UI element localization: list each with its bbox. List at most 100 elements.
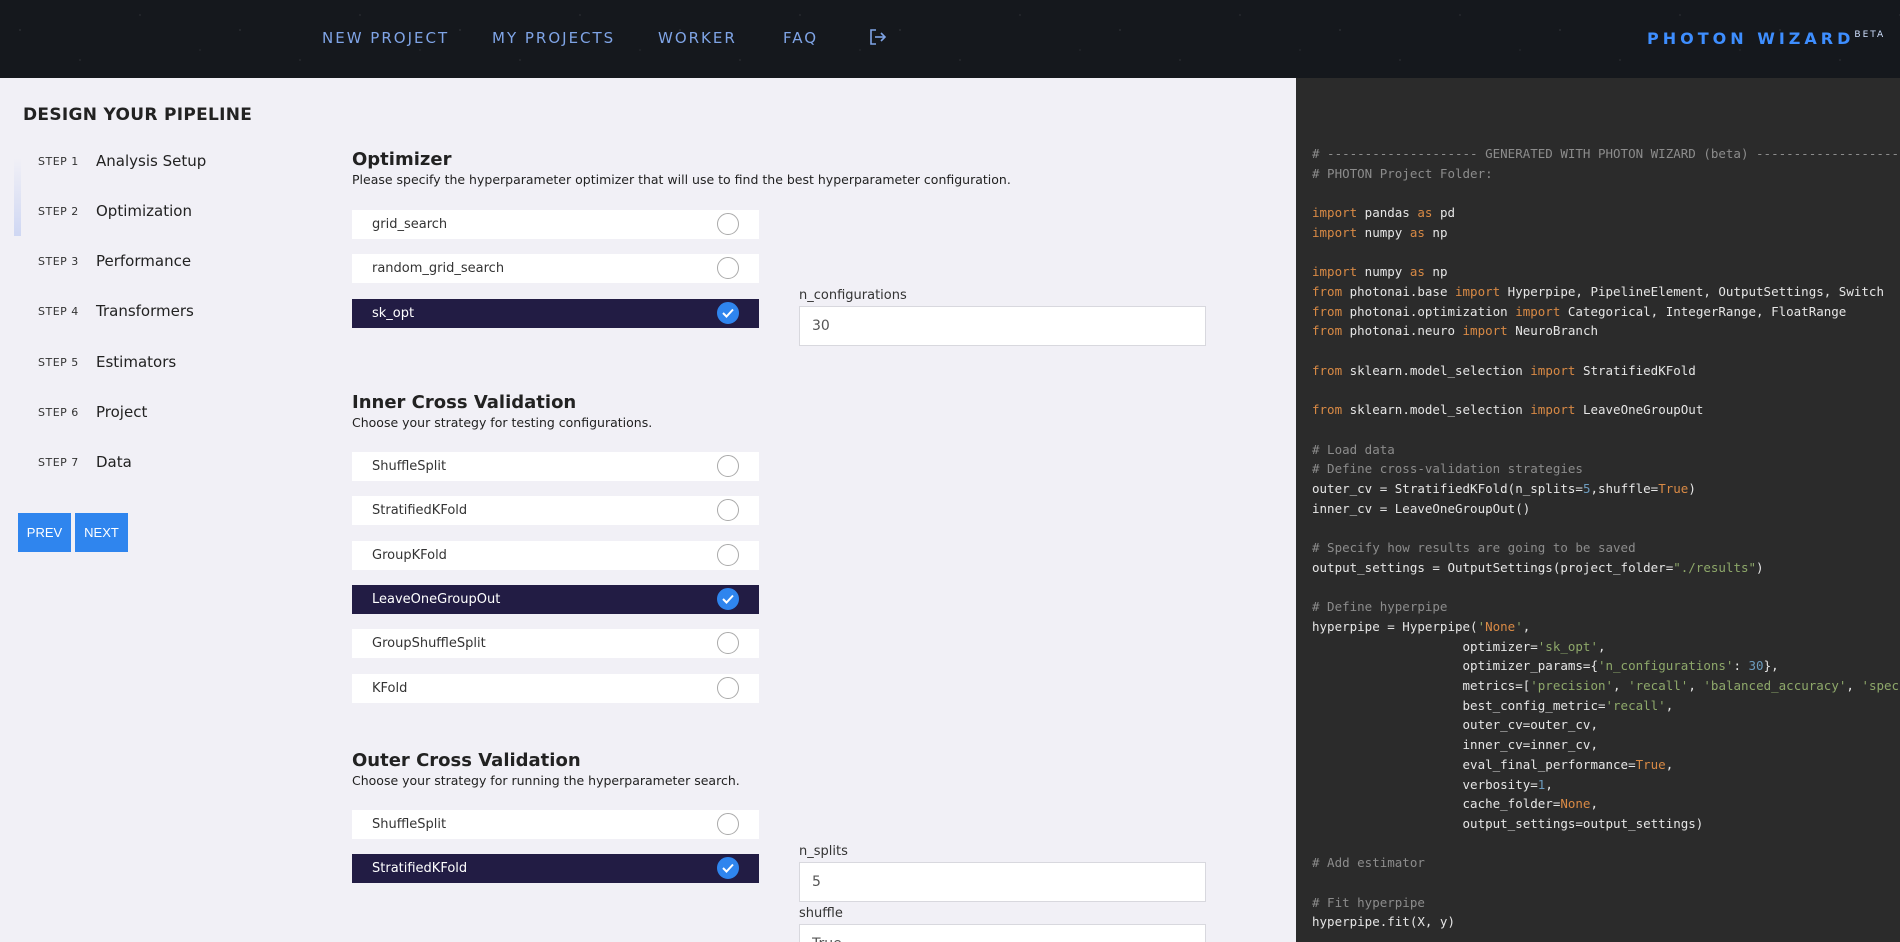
code-line: hyperpipe.fit(X, y)	[1312, 914, 1455, 930]
option-label: GroupKFold	[372, 548, 447, 563]
code-line: optimizer='sk_opt',	[1312, 638, 1606, 654]
shuffle-label: shuffle	[799, 906, 843, 921]
nav-faq[interactable]: FAQ	[783, 29, 818, 47]
code-line: inner_cv=inner_cv,	[1312, 737, 1598, 753]
code-line: from sklearn.model_selection import Leav…	[1312, 402, 1704, 418]
inner-cv-option-shufflesplit[interactable]: ShuffleSplit	[352, 452, 759, 481]
optimizer-option-sk-opt[interactable]: sk_opt	[352, 299, 759, 328]
outer-cv-description: Choose your strategy for running the hyp…	[352, 773, 740, 788]
radio-icon[interactable]	[717, 813, 739, 835]
step-number: STEP 4	[38, 304, 79, 318]
outer-cv-option-stratifiedkfold[interactable]: StratifiedKFold	[352, 854, 759, 883]
next-button[interactable]: NEXT	[75, 513, 128, 552]
nav-my-projects[interactable]: MY PROJECTS	[492, 29, 615, 47]
inner-cv-option-groupkfold[interactable]: GroupKFold	[352, 541, 759, 570]
code-line: output_settings=output_settings)	[1312, 815, 1704, 831]
page-title: DESIGN YOUR PIPELINE	[23, 105, 253, 125]
radio-icon[interactable]	[717, 544, 739, 566]
option-label: sk_opt	[372, 306, 415, 321]
step-project[interactable]: STEP 6 Project	[38, 403, 147, 421]
option-label: LeaveOneGroupOut	[372, 592, 501, 607]
generated-code-panel: # -------------------- GENERATED WITH PH…	[1296, 78, 1900, 942]
code-line: metrics=['precision', 'recall', 'balance…	[1312, 677, 1900, 693]
step-label: Project	[96, 403, 148, 421]
code-line: # Define cross-validation strategies	[1312, 461, 1583, 477]
step-label: Performance	[96, 252, 192, 270]
step-label: Transformers	[96, 302, 194, 320]
outer-cv-option-shufflesplit[interactable]: ShuffleSplit	[352, 810, 759, 839]
radio-icon[interactable]	[717, 455, 739, 477]
inner-cv-option-kfold[interactable]: KFold	[352, 674, 759, 703]
step-label: Optimization	[96, 202, 192, 220]
code-line: from photonai.optimization import Catego…	[1312, 303, 1847, 319]
inner-cv-option-stratifiedkfold[interactable]: StratifiedKFold	[352, 496, 759, 525]
code-line: eval_final_performance=True,	[1312, 756, 1674, 772]
n-configurations-label: n_configurations	[799, 288, 907, 303]
nav-worker[interactable]: WORKER	[658, 29, 737, 47]
code-line: output_settings = OutputSettings(project…	[1312, 559, 1764, 575]
code-line: inner_cv = LeaveOneGroupOut()	[1312, 500, 1531, 516]
code-line: # Define hyperpipe	[1312, 599, 1448, 615]
step-number: STEP 1	[38, 154, 79, 168]
prev-button[interactable]: PREV	[18, 513, 71, 552]
code-line: import numpy as np	[1312, 224, 1448, 240]
inner-cv-option-groupshufflesplit[interactable]: GroupShuffleSplit	[352, 629, 759, 658]
step-data[interactable]: STEP 7 Data	[38, 453, 132, 471]
step-optimization[interactable]: STEP 2 Optimization	[38, 202, 192, 220]
code-line: from photonai.base import Hyperpipe, Pip…	[1312, 283, 1884, 299]
radio-icon[interactable]	[717, 499, 739, 521]
code-line: verbosity=1,	[1312, 776, 1553, 792]
code-line: outer_cv = StratifiedKFold(n_splits=5,sh…	[1312, 480, 1696, 496]
shuffle-input[interactable]	[799, 924, 1206, 942]
radio-icon[interactable]	[717, 677, 739, 699]
n-configurations-input[interactable]	[799, 306, 1206, 346]
step-estimators[interactable]: STEP 5 Estimators	[38, 353, 176, 371]
step-number: STEP 6	[38, 405, 79, 419]
step-performance[interactable]: STEP 3 Performance	[38, 252, 191, 270]
inner-cv-option-leaveonegroupout[interactable]: LeaveOneGroupOut	[352, 585, 759, 614]
checkmark-icon[interactable]	[717, 588, 739, 610]
code-line: # Fit hyperpipe	[1312, 894, 1425, 910]
code-line: outer_cv=outer_cv,	[1312, 717, 1598, 733]
code-line: # Add estimator	[1312, 855, 1425, 871]
generated-code: # -------------------- GENERATED WITH PH…	[1312, 144, 1900, 932]
step-number: STEP 3	[38, 254, 79, 268]
top-navbar: NEW PROJECT MY PROJECTS WORKER FAQ PHOTO…	[0, 0, 1900, 78]
step-transformers[interactable]: STEP 4 Transformers	[38, 302, 194, 320]
optimizer-option-random-grid-search[interactable]: random_grid_search	[352, 254, 759, 283]
option-label: StratifiedKFold	[372, 503, 468, 518]
optimizer-title: Optimizer	[352, 149, 452, 170]
step-label: Analysis Setup	[96, 152, 207, 170]
radio-icon[interactable]	[717, 632, 739, 654]
step-analysis-setup[interactable]: STEP 1 Analysis Setup	[38, 152, 206, 170]
inner-cv-title: Inner Cross Validation	[352, 392, 577, 413]
code-line: best_config_metric='recall',	[1312, 697, 1674, 713]
optimizer-option-grid-search[interactable]: grid_search	[352, 210, 759, 239]
brand-logo[interactable]: PHOTON WIZARDBETA	[1647, 29, 1885, 48]
code-line: import numpy as np	[1312, 264, 1448, 280]
radio-icon[interactable]	[717, 257, 739, 279]
option-label: ShuffleSplit	[372, 459, 447, 474]
step-label: Data	[96, 453, 132, 471]
code-line: optimizer_params={'n_configurations': 30…	[1312, 658, 1779, 674]
inner-cv-description: Choose your strategy for testing configu…	[352, 415, 653, 430]
logout-icon[interactable]	[869, 28, 887, 46]
nav-new-project[interactable]: NEW PROJECT	[322, 29, 449, 47]
code-line: import pandas as pd	[1312, 205, 1456, 221]
option-label: GroupShuffleSplit	[372, 636, 486, 651]
step-number: STEP 7	[38, 455, 79, 469]
n-splits-input[interactable]	[799, 862, 1206, 902]
code-line: # PHOTON Project Folder:	[1312, 165, 1493, 181]
option-label: StratifiedKFold	[372, 861, 468, 876]
checkmark-icon[interactable]	[717, 857, 739, 879]
checkmark-icon[interactable]	[717, 302, 739, 324]
radio-icon[interactable]	[717, 213, 739, 235]
option-label: random_grid_search	[372, 261, 505, 276]
outer-cv-title: Outer Cross Validation	[352, 750, 581, 771]
